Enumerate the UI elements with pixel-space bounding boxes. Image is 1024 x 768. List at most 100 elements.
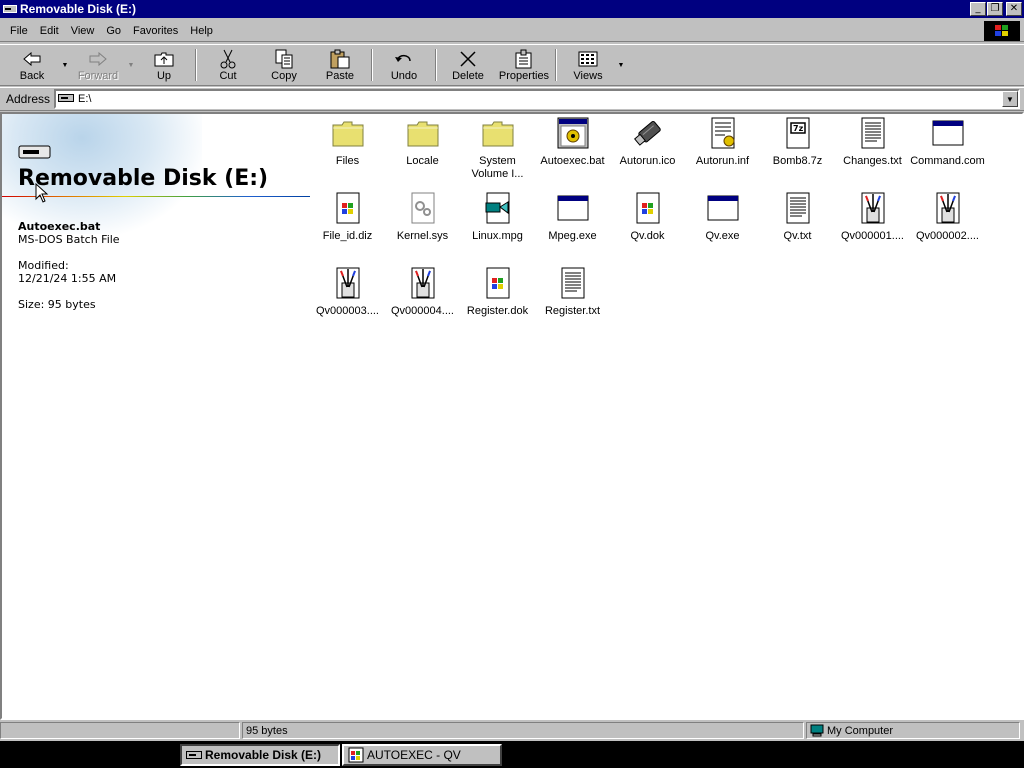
folder-icon (406, 116, 440, 150)
status-size: 95 bytes (242, 722, 804, 739)
properties-label: Properties (498, 70, 550, 82)
back-dropdown-icon[interactable]: ▼ (60, 45, 70, 85)
views-label: Views (573, 70, 603, 82)
taskbar-item-label: Removable Disk (E:) (205, 748, 322, 762)
cut-label: Cut (219, 70, 237, 82)
menu-go[interactable]: Go (100, 25, 127, 37)
file-name-label: Changes.txt (843, 155, 902, 167)
removable-drive-icon (18, 144, 52, 163)
file-item[interactable]: Mpeg.exe (535, 191, 610, 243)
file-item[interactable]: Qv000004.... (385, 266, 460, 318)
batch-file-icon (556, 116, 590, 150)
modified-value: 12/21/24 1:55 AM (18, 272, 117, 285)
info-pane: Removable Disk (E:) Autoexec.bat MS-DOS … (2, 114, 310, 718)
window-title: Removable Disk (E:) (20, 2, 137, 16)
file-name-label: Qv000001.... (841, 230, 904, 242)
address-bar: Address ▼ (0, 87, 1024, 111)
file-item[interactable]: File_id.diz (310, 191, 385, 243)
file-name-label: System Volume I... (471, 155, 524, 180)
status-zone-label: My Computer (827, 724, 894, 737)
file-item[interactable]: Kernel.sys (385, 191, 460, 243)
drive-icon (2, 2, 18, 16)
up-button[interactable]: Up (136, 45, 192, 85)
undo-label: Undo (390, 70, 418, 82)
menu-view[interactable]: View (65, 25, 101, 37)
folder-icon (331, 116, 365, 150)
menu-help[interactable]: Help (184, 25, 219, 37)
up-label: Up (156, 70, 172, 82)
address-field[interactable]: ▼ (54, 89, 1020, 109)
toolbar-separator (371, 49, 373, 81)
file-name-label: Kernel.sys (396, 230, 449, 242)
file-name-label: Bomb8.7z (772, 155, 823, 167)
file-item[interactable]: Files (310, 116, 385, 168)
file-name-label: Mpeg.exe (548, 230, 597, 242)
back-label: Back (19, 70, 45, 82)
delete-button[interactable]: Delete (440, 45, 496, 85)
file-item[interactable]: Autorun.ico (610, 116, 685, 168)
file-item[interactable]: Register.dok (460, 266, 535, 318)
system-file-icon (406, 191, 440, 225)
taskbar-item-qv[interactable]: AUTOEXEC - QV (342, 744, 502, 766)
minimize-button[interactable]: _ (970, 2, 986, 16)
views-button[interactable]: Views (560, 45, 616, 85)
text-file-icon (856, 116, 890, 150)
taskbar-item-explorer[interactable]: Removable Disk (E:) (180, 744, 340, 766)
menu-favorites[interactable]: Favorites (127, 25, 184, 37)
file-item[interactable]: Command.com (910, 116, 985, 168)
file-item[interactable]: Qv.dok (610, 191, 685, 243)
tools-file-icon (331, 266, 365, 300)
forward-label: Forward (77, 70, 119, 82)
forward-button[interactable]: Forward (70, 45, 126, 85)
address-dropdown-icon[interactable]: ▼ (1002, 91, 1018, 107)
file-name-label: Qv.dok (630, 230, 665, 242)
menu-file[interactable]: File (4, 25, 34, 37)
file-item[interactable]: Qv.txt (760, 191, 835, 243)
file-item[interactable]: 7z Bomb8.7z (760, 116, 835, 168)
file-item[interactable]: Autorun.inf (685, 116, 760, 168)
application-window-icon (931, 116, 965, 150)
file-name-label: Qv000003.... (316, 305, 379, 317)
status-panel-left (0, 722, 240, 739)
file-item[interactable]: Qv000001.... (835, 191, 910, 243)
file-name-label: File_id.diz (322, 230, 373, 242)
file-name-label: Autorun.inf (695, 155, 750, 167)
text-file-icon (781, 191, 815, 225)
file-item[interactable]: Locale (385, 116, 460, 168)
file-item[interactable]: Register.txt (535, 266, 610, 318)
back-button[interactable]: Back (4, 45, 60, 85)
windows-logo-icon (984, 21, 1020, 41)
views-grid-icon (578, 48, 598, 70)
file-item[interactable]: Qv000003.... (310, 266, 385, 318)
undo-icon (394, 48, 414, 70)
address-input[interactable] (78, 93, 1002, 105)
file-item[interactable]: Linux.mpg (460, 191, 535, 243)
file-name-label: Autorun.ico (619, 155, 676, 167)
restore-button[interactable]: ❐ (987, 2, 1003, 16)
file-name-label: Qv000002.... (916, 230, 979, 242)
toolbar: Back ▼ Forward ▼ Up Cut Copy Paste Undo … (0, 44, 1024, 86)
properties-button[interactable]: Properties (496, 45, 552, 85)
views-dropdown-icon[interactable]: ▼ (616, 45, 626, 85)
video-file-icon (481, 191, 515, 225)
file-item[interactable]: Autoexec.bat (535, 116, 610, 168)
file-item[interactable]: Qv000002.... (910, 191, 985, 243)
properties-icon (514, 48, 534, 70)
taskbar-item-label: AUTOEXEC - QV (367, 748, 461, 762)
cut-button[interactable]: Cut (200, 45, 256, 85)
file-item[interactable]: System Volume I... (460, 116, 535, 181)
menu-edit[interactable]: Edit (34, 25, 65, 37)
close-button[interactable]: ✕ (1006, 2, 1022, 16)
address-label: Address (6, 92, 51, 106)
undo-button[interactable]: Undo (376, 45, 432, 85)
scissors-icon (219, 48, 237, 70)
forward-dropdown-icon[interactable]: ▼ (126, 45, 136, 85)
title-bar[interactable]: Removable Disk (E:) _ ❐ ✕ (0, 0, 1024, 18)
file-item[interactable]: Qv.exe (685, 191, 760, 243)
paste-button[interactable]: Paste (312, 45, 368, 85)
usb-drive-icon (631, 116, 665, 150)
drive-icon (186, 749, 202, 761)
file-item[interactable]: Changes.txt (835, 116, 910, 168)
file-name-label: Register.txt (544, 305, 601, 317)
copy-button[interactable]: Copy (256, 45, 312, 85)
